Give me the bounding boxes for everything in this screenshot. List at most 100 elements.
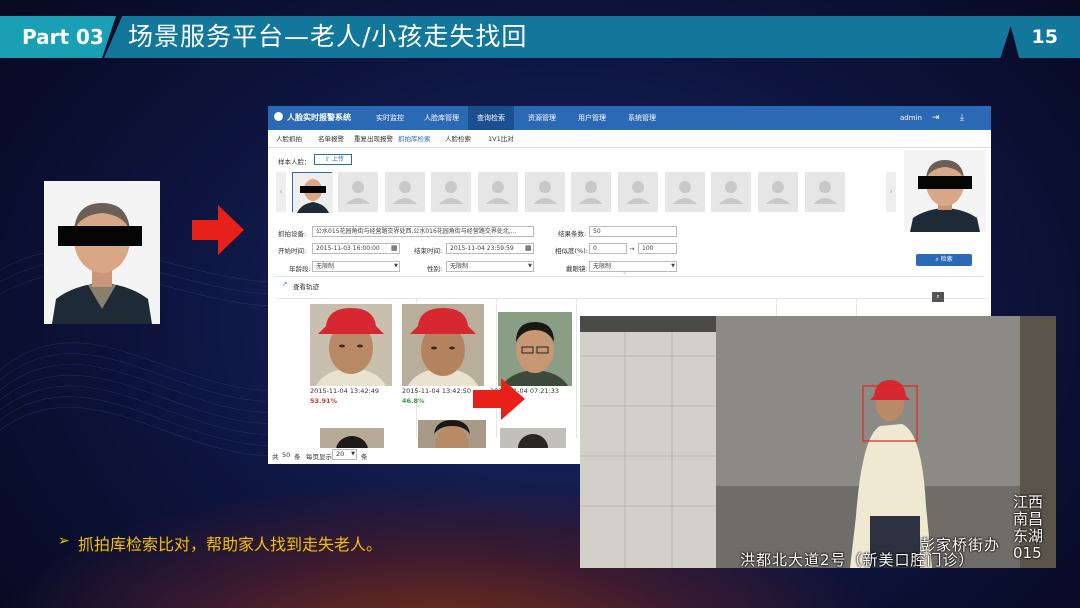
result-time: 2015-11-04 13:42:50 (402, 387, 472, 395)
slide-title: 场景服务平台—老人/小孩走失找回 (128, 22, 528, 51)
result-count-label: 结果条数: (558, 230, 587, 238)
sample-thumb-placeholder[interactable] (571, 172, 611, 212)
app-brand-text: 人脸实时报警系统 (287, 113, 351, 122)
device-label: 抓拍设备: (278, 230, 307, 238)
gender-value: 无限制 (450, 263, 469, 270)
similarity-label: 相似度(%): (555, 247, 588, 255)
glasses-value: 无限制 (593, 263, 612, 270)
menu-resources[interactable]: 资源管理 (528, 106, 556, 130)
gender-label: 性别: (427, 265, 443, 273)
sample-thumb-placeholder[interactable] (478, 172, 518, 212)
end-calendar-icon[interactable]: ▦ (525, 244, 532, 252)
red-arrow-icon (192, 205, 244, 255)
logout-icon[interactable]: ⇥ (932, 106, 940, 130)
glasses-select[interactable]: 无限制 ▼ (589, 261, 677, 272)
result-face-image[interactable] (498, 312, 572, 386)
chevron-down-icon: ▼ (394, 263, 398, 269)
total-prefix: 共 (272, 453, 279, 461)
sample-thumb-placeholder[interactable] (711, 172, 751, 212)
result-time: 2015-11-04 13:42:49 (310, 387, 380, 395)
upload-label: 上传 (331, 156, 344, 163)
missing-person-photo (44, 181, 160, 324)
download-icon[interactable]: ⤓ (960, 106, 964, 130)
sample-thumb-placeholder[interactable] (338, 172, 378, 212)
menu-system[interactable]: 系统管理 (628, 106, 656, 130)
gender-select[interactable]: 无限制 ▼ (446, 261, 534, 272)
similarity-arrow: → (629, 245, 635, 253)
tab-face-search[interactable]: 人脸检索 (445, 130, 471, 148)
age-value: 无限制 (316, 263, 335, 270)
menu-users[interactable]: 用户管理 (578, 106, 606, 130)
menu-realtime[interactable]: 实时监控 (376, 106, 404, 130)
per-page-suffix: 条 (361, 453, 368, 461)
age-label: 年龄段: (289, 265, 311, 273)
result-face-image[interactable] (500, 428, 566, 448)
start-time-input[interactable]: 2015-11-03 16:00:00 (312, 243, 400, 254)
chevron-down-icon: ▼ (528, 263, 532, 269)
sample-face-preview (904, 150, 986, 232)
sample-thumb-placeholder[interactable] (525, 172, 565, 212)
bullet-text: 抓拍库检索比对，帮助家人找到走失老人。 (78, 535, 383, 554)
total-count: 50 (282, 451, 291, 459)
sample-thumb-placeholder[interactable] (758, 172, 798, 212)
per-page-label: 每页显示 (306, 453, 332, 461)
tab-face-capture[interactable]: 人脸抓拍 (276, 130, 302, 148)
sample-thumb-placeholder[interactable] (665, 172, 705, 212)
age-select[interactable]: 无限制 ▼ (312, 261, 400, 272)
upload-icon: ⇧ (325, 156, 331, 163)
tab-list-alarm[interactable]: 名单报警 (318, 130, 344, 148)
result-face-image[interactable] (310, 304, 392, 386)
sample-thumb-selected[interactable] (292, 172, 333, 213)
tab-capture-search[interactable]: 抓拍库检索 (398, 130, 431, 148)
trend-icon: ↗ (282, 280, 288, 288)
thumbs-next-button[interactable]: › (886, 172, 896, 212)
sample-thumb-placeholder[interactable] (805, 172, 845, 212)
sample-thumb-placeholder[interactable] (618, 172, 658, 212)
menu-query[interactable]: 查询检索 (468, 106, 514, 130)
result-face-image[interactable] (418, 420, 486, 448)
search-button[interactable]: ⌕ 检索 (916, 254, 972, 266)
result-similarity: 46.8% (402, 397, 425, 405)
red-arrow-icon (473, 378, 525, 420)
tab-repeat-alarm[interactable]: 重复出现报警 (354, 130, 393, 148)
glasses-label: 戴眼镜: (566, 265, 588, 273)
similarity-to-input[interactable]: 100 (638, 243, 677, 254)
collapse-toggle-icon[interactable]: ⌃ (622, 272, 627, 279)
menu-face-library[interactable]: 人脸库管理 (424, 106, 459, 130)
camera-side-text: 江西 南昌 东湖 015 (1013, 493, 1044, 562)
chevron-down-icon: ▼ (351, 451, 355, 457)
title-bar: Part 03 场景服务平台—老人/小孩走失找回 15 (0, 16, 1080, 58)
result-face-image[interactable] (402, 304, 484, 386)
result-face-image[interactable] (320, 428, 384, 448)
zoom-icon[interactable]: ⌕ (932, 292, 944, 302)
chevron-down-icon: ▼ (671, 263, 675, 269)
device-input[interactable]: 公水015花园角街与经营路交界处西,公水016花园角街与经营路交界处北,... (312, 226, 534, 237)
admin-user[interactable]: admin (900, 106, 922, 130)
result-count-input[interactable]: 50 (589, 226, 677, 237)
page-number: 15 (1008, 16, 1080, 58)
search-icon: ⌕ (935, 256, 939, 263)
upload-button[interactable]: ⇧ 上传 (314, 154, 352, 165)
section-divider (274, 276, 984, 277)
view-track-link[interactable]: 查看轨迹 (293, 281, 319, 291)
thumbs-prev-button[interactable]: ‹ (276, 172, 286, 212)
result-similarity: 53.91% (310, 397, 338, 405)
app-brand: 人脸实时报警系统 (274, 106, 351, 130)
bullet-marker: ➢ (58, 533, 70, 549)
end-time-input[interactable]: 2015-11-04 23:59:59 (446, 243, 534, 254)
search-button-label: 检索 (940, 256, 953, 263)
app-top-nav: 人脸实时报警系统 实时监控 人脸库管理 查询检索 资源管理 用户管理 系统管理 … (268, 106, 991, 130)
sample-thumb-placeholder[interactable] (385, 172, 425, 212)
sample-thumb-placeholder[interactable] (431, 172, 471, 212)
total-suffix: 条 (294, 453, 301, 461)
surveillance-camera-image: 洪都北大道2号（新美口腔门诊） 彭家桥街办 江西 南昌 东湖 015 (580, 316, 1056, 568)
end-time-label: 结束时间: (414, 247, 443, 255)
start-calendar-icon[interactable]: ▦ (391, 244, 398, 252)
sample-face-label: 样本人脸： (278, 158, 311, 166)
tab-1v1-compare[interactable]: 1V1比对 (488, 130, 514, 148)
user-avatar-icon (274, 112, 283, 121)
similarity-from-input[interactable]: 0 (589, 243, 627, 254)
start-time-label: 开始时间: (278, 247, 307, 255)
per-page-select[interactable]: 20 ▼ (332, 449, 357, 460)
per-page-value: 20 (336, 450, 345, 458)
